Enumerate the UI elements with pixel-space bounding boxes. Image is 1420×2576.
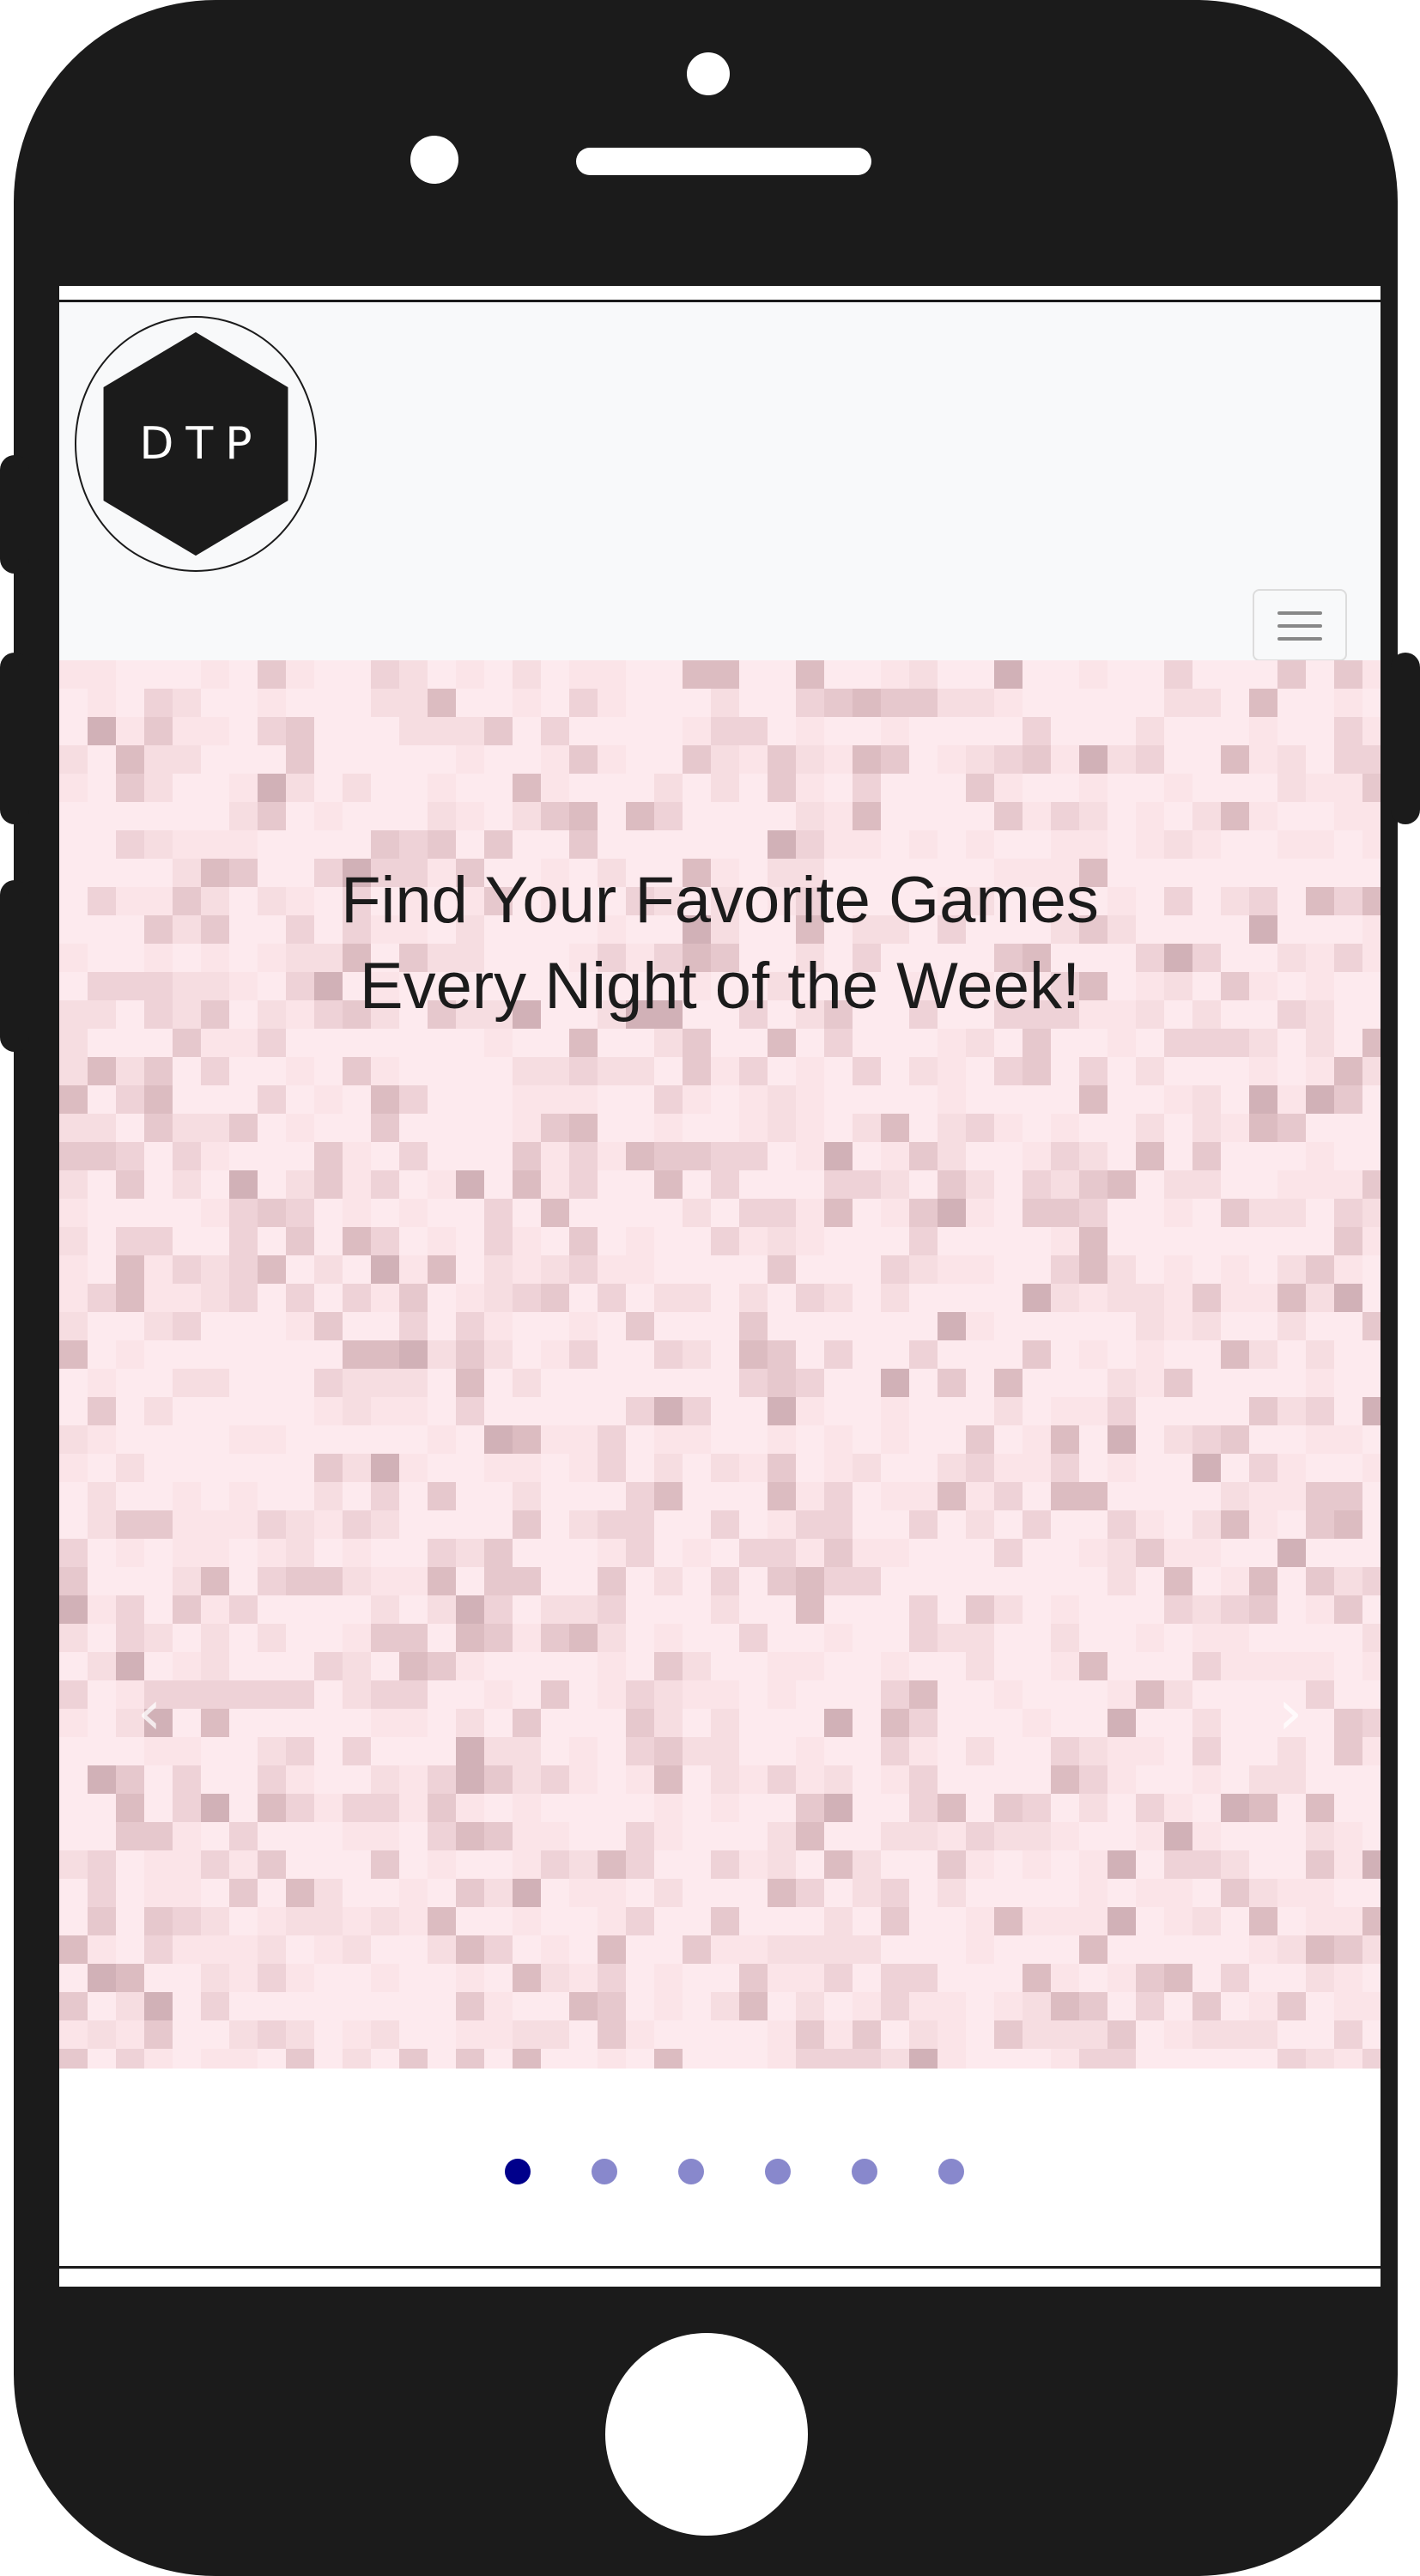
power-button[interactable] bbox=[1391, 653, 1420, 824]
navbar-toggler-button[interactable] bbox=[1253, 589, 1347, 661]
volume-up-button[interactable] bbox=[0, 653, 29, 824]
chevron-right-icon: › bbox=[1277, 1676, 1303, 1748]
carousel-indicator-1[interactable] bbox=[505, 2159, 531, 2184]
hero-title-line-2: Every Night of the Week! bbox=[359, 950, 1081, 1023]
carousel-indicators bbox=[59, 2069, 1381, 2266]
proximity-sensor bbox=[410, 136, 458, 184]
hero-title-line-1: Find Your Favorite Games bbox=[341, 864, 1099, 937]
phone-screen: DTP Find Your Favorite Games Every Night… bbox=[59, 286, 1381, 2287]
front-camera bbox=[687, 52, 730, 95]
carousel-indicator-4[interactable] bbox=[765, 2159, 791, 2184]
carousel-indicator-5[interactable] bbox=[852, 2159, 877, 2184]
brand-logo[interactable]: DTP bbox=[75, 316, 317, 572]
volume-down-button[interactable] bbox=[0, 880, 29, 1052]
carousel-next-button[interactable]: › bbox=[1265, 1674, 1316, 1751]
logo-text: DTP bbox=[139, 418, 264, 470]
screen-bottom-strip bbox=[59, 2269, 1381, 2287]
carousel-indicator-3[interactable] bbox=[678, 2159, 704, 2184]
carousel-prev-button[interactable]: ‹ bbox=[124, 1674, 175, 1751]
phone-frame: DTP Find Your Favorite Games Every Night… bbox=[14, 0, 1398, 2576]
silent-switch[interactable] bbox=[0, 455, 29, 574]
carousel-indicator-6[interactable] bbox=[938, 2159, 964, 2184]
chevron-left-icon: ‹ bbox=[137, 1676, 162, 1748]
hero-carousel: Find Your Favorite Games Every Night of … bbox=[59, 660, 1381, 2069]
navbar: DTP bbox=[59, 302, 1381, 661]
hero-title: Find Your Favorite Games Every Night of … bbox=[59, 858, 1381, 1030]
earpiece-speaker bbox=[576, 148, 871, 175]
carousel-indicator-2[interactable] bbox=[592, 2159, 617, 2184]
home-button[interactable] bbox=[605, 2333, 808, 2536]
